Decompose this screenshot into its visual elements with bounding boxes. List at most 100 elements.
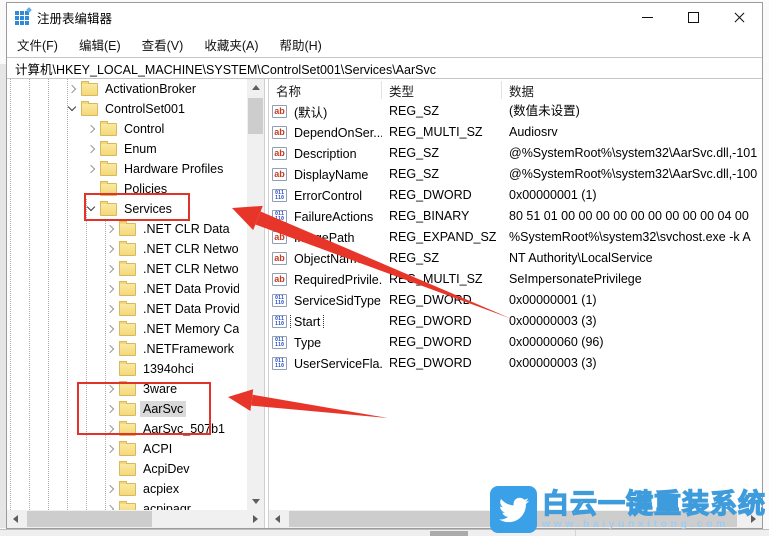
tree-vertical-scrollbar[interactable] — [247, 79, 264, 510]
tree-item[interactable]: ActivationBroker — [7, 79, 239, 99]
tree-item[interactable]: Control — [7, 119, 239, 139]
value-name[interactable]: DependOnSer... — [291, 126, 382, 140]
chevron-right-icon[interactable] — [105, 403, 117, 415]
tree-item[interactable]: ACPI — [7, 439, 239, 459]
scroll-up-icon[interactable] — [247, 79, 264, 96]
maximize-button[interactable] — [670, 3, 716, 31]
value-row[interactable]: 011 110 Start REG_DWORD 0x00000003 (3) — [269, 311, 762, 332]
chevron-right-icon[interactable] — [105, 243, 117, 255]
tree-item[interactable]: ControlSet001 — [7, 99, 239, 119]
tree-item-label[interactable]: Services — [121, 201, 175, 217]
tree-item-label[interactable]: 1394ohci — [140, 361, 197, 377]
tree-item-label[interactable]: ControlSet001 — [102, 101, 188, 117]
tree-item[interactable]: .NET CLR Networki — [7, 259, 239, 279]
tree-item-label[interactable]: .NET CLR Data — [140, 221, 233, 237]
tree-item-label[interactable]: .NET Data Provider — [140, 281, 239, 297]
chevron-down-icon[interactable] — [86, 203, 98, 215]
chevron-right-icon[interactable] — [105, 223, 117, 235]
tree-item-label[interactable]: .NET Data Provider — [140, 301, 239, 317]
tree-item-label[interactable]: 3ware — [140, 381, 180, 397]
scroll-left-icon[interactable] — [269, 510, 286, 527]
chevron-right-icon[interactable] — [105, 503, 117, 510]
chevron-right-icon[interactable] — [105, 343, 117, 355]
tree-item[interactable]: .NETFramework — [7, 339, 239, 359]
value-name[interactable]: Type — [291, 336, 324, 350]
tree-item-label[interactable]: acpiex — [140, 481, 182, 497]
value-row[interactable]: ab DisplayName REG_SZ @%SystemRoot%\system3… — [269, 164, 762, 185]
scrollbar-thumb[interactable] — [248, 98, 263, 134]
value-row[interactable]: 011 110 ServiceSidType REG_DWORD 0x00000001 … — [269, 290, 762, 311]
scroll-down-icon[interactable] — [247, 493, 264, 510]
value-row[interactable]: ab (默认) REG_SZ (数值未设置) — [269, 101, 762, 122]
scrollbar-thumb[interactable] — [27, 511, 152, 527]
chevron-down-icon[interactable] — [67, 103, 79, 115]
tree-item-label[interactable]: AarSvc — [140, 401, 187, 417]
menu-help[interactable]: 帮助(H) — [279, 35, 321, 54]
tree-item[interactable]: AarSvc — [7, 399, 239, 419]
menu-edit[interactable]: 编辑(E) — [79, 35, 121, 54]
tree-item[interactable]: Hardware Profiles — [7, 159, 239, 179]
menu-view[interactable]: 查看(V) — [142, 35, 184, 54]
value-row[interactable]: ab DependOnSer... REG_MULTI_SZ Audiosrv — [269, 122, 762, 143]
tree-item-label[interactable]: .NET Memory Cach — [140, 321, 239, 337]
tree-item[interactable]: Enum — [7, 139, 239, 159]
tree-item[interactable]: acpipagr — [7, 499, 239, 510]
value-name[interactable]: Description — [291, 147, 360, 161]
tree-item-label[interactable]: .NET CLR Networki — [140, 241, 239, 257]
tree-item-label[interactable]: .NET CLR Networki — [140, 261, 239, 277]
tree-item-label[interactable]: Control — [121, 121, 167, 137]
menu-favorites[interactable]: 收藏夹(A) — [204, 35, 258, 54]
value-row[interactable]: ab ImagePath REG_EXPAND_SZ %SystemRoot%\sys… — [269, 227, 762, 248]
value-row[interactable]: ab ObjectName REG_SZ NT Authority\LocalServ… — [269, 248, 762, 269]
menu-file[interactable]: 文件(F) — [17, 35, 58, 54]
tree-item-label[interactable]: ActivationBroker — [102, 81, 199, 97]
chevron-right-icon[interactable] — [105, 483, 117, 495]
tree-item-label[interactable]: .NETFramework — [140, 341, 237, 357]
tree-item[interactable]: .NET Data Provider — [7, 279, 239, 299]
tree-item[interactable]: .NET Memory Cach — [7, 319, 239, 339]
chevron-right-icon[interactable] — [105, 423, 117, 435]
tree-item[interactable]: .NET CLR Networki — [7, 239, 239, 259]
chevron-right-icon[interactable] — [86, 123, 98, 135]
scroll-right-icon[interactable] — [247, 510, 264, 527]
value-name[interactable]: ObjectName — [291, 252, 366, 266]
chevron-right-icon[interactable] — [105, 263, 117, 275]
value-row[interactable]: 011 110 UserServiceFla... REG_DWORD 0x000000… — [269, 353, 762, 374]
scroll-left-icon[interactable] — [7, 510, 24, 527]
chevron-right-icon[interactable] — [105, 443, 117, 455]
minimize-button[interactable] — [624, 3, 670, 31]
tree-horizontal-scrollbar[interactable] — [7, 510, 264, 528]
value-name[interactable]: DisplayName — [291, 168, 371, 182]
tree-item-label[interactable]: Hardware Profiles — [121, 161, 226, 177]
tree-item[interactable]: Policies — [7, 179, 239, 199]
chevron-right-icon[interactable] — [67, 83, 79, 95]
tree-item-label[interactable]: AarSvc_507b1 — [140, 421, 228, 437]
tree-item-label[interactable]: ACPI — [140, 441, 175, 457]
chevron-right-icon[interactable] — [105, 303, 117, 315]
tree-item[interactable]: AcpiDev — [7, 459, 239, 479]
tree-item-label[interactable]: Enum — [121, 141, 160, 157]
chevron-right-icon[interactable] — [105, 283, 117, 295]
value-name[interactable]: (默认) — [291, 102, 330, 121]
tree-item[interactable]: Services — [7, 199, 239, 219]
value-name[interactable]: Start — [289, 314, 325, 329]
close-button[interactable] — [716, 3, 762, 31]
value-row[interactable]: ab RequiredPrivile... REG_MULTI_SZ SeImpers… — [269, 269, 762, 290]
address-bar[interactable]: 计算机\HKEY_LOCAL_MACHINE\SYSTEM\ControlSet… — [7, 57, 762, 79]
value-row[interactable]: 011 110 FailureActions REG_BINARY 80 51 01 0… — [269, 206, 762, 227]
chevron-right-icon[interactable] — [86, 163, 98, 175]
column-header-type[interactable]: 类型 — [382, 81, 502, 99]
tree-item[interactable]: .NET CLR Data — [7, 219, 239, 239]
chevron-right-icon[interactable] — [105, 383, 117, 395]
value-name[interactable]: ServiceSidType — [291, 294, 382, 308]
value-row[interactable]: 011 110 Type REG_DWORD 0x00000060 (96) — [269, 332, 762, 353]
value-name[interactable]: ErrorControl — [291, 189, 365, 203]
value-name[interactable]: UserServiceFla... — [291, 357, 382, 371]
column-header-data[interactable]: 数据 — [502, 81, 762, 99]
tree-item-label[interactable]: acpipagr — [140, 501, 194, 510]
value-row[interactable]: ab Description REG_SZ @%SystemRoot%\system3… — [269, 143, 762, 164]
chevron-right-icon[interactable] — [105, 323, 117, 335]
tree-item-label[interactable]: AcpiDev — [140, 461, 193, 477]
chevron-right-icon[interactable] — [86, 143, 98, 155]
tree-item[interactable]: AarSvc_507b1 — [7, 419, 239, 439]
